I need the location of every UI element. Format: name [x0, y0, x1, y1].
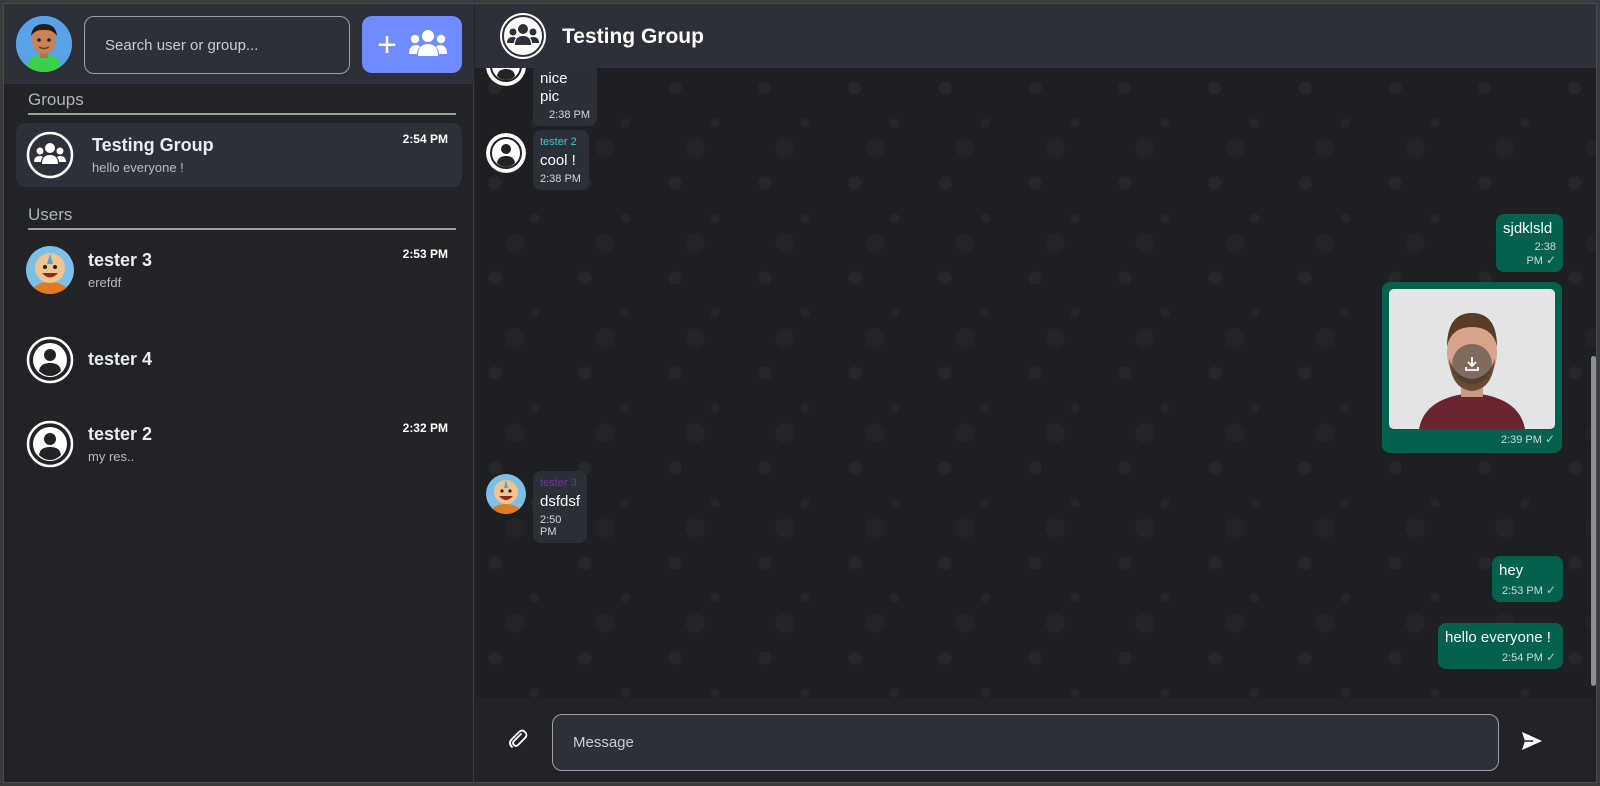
user-item-tester-3[interactable]: tester 3 erefdf 2:53 PM	[16, 238, 462, 302]
groups-section-label: Groups	[28, 90, 456, 115]
check-icon: ✓	[1545, 583, 1556, 597]
sidebar-header: +	[4, 4, 474, 84]
user-name: tester 2	[88, 424, 153, 444]
chat-app: + Groups	[3, 3, 1597, 783]
default-user-icon	[486, 133, 526, 173]
group-last-message: hello everyone !	[92, 160, 184, 175]
user-last-message: my res..	[88, 449, 135, 464]
message-text: nice pic	[540, 70, 568, 105]
chat-header: Testing Group	[475, 4, 1596, 68]
download-icon[interactable]	[1452, 344, 1492, 384]
message-time: 2:50 PM	[540, 514, 562, 538]
message-time: 2:38 PM	[540, 173, 581, 185]
group-time: 2:54 PM	[402, 132, 448, 146]
message-text: sjdklsld	[1503, 220, 1553, 237]
chat-panel: Testing Group nice pic 2:38 PM tester 2 …	[475, 4, 1596, 782]
message-time: 2:39 PM	[1500, 434, 1542, 446]
user-item-tester-4[interactable]: tester 4	[16, 328, 462, 392]
search-input[interactable]	[84, 16, 350, 74]
chat-title: Testing Group	[562, 25, 704, 48]
default-user-icon	[26, 420, 74, 468]
message-bubble-outgoing[interactable]: hey 2:53 PM ✓	[1492, 556, 1563, 602]
message-composer	[475, 698, 1596, 782]
plus-icon: +	[377, 25, 397, 64]
user-time: 2:32 PM	[402, 421, 448, 435]
sidebar: + Groups	[4, 4, 474, 782]
message-time: 2:53 PM	[1501, 585, 1543, 597]
message-bubble[interactable]: tester 3 dsfdsf 2:50 PM	[533, 471, 587, 543]
user-last-message: erefdf	[88, 275, 122, 290]
photo-image[interactable]	[1389, 289, 1555, 429]
my-avatar[interactable]	[16, 16, 72, 72]
message-sender: tester 3	[540, 477, 577, 489]
default-user-icon	[26, 336, 74, 384]
group-icon	[408, 28, 447, 61]
cartoon-avatar	[486, 474, 526, 514]
message-text: hello everyone !	[1445, 629, 1551, 646]
user-name: tester 3	[88, 250, 153, 270]
image-message-outgoing[interactable]: 2:39 PM ✓	[1382, 282, 1562, 453]
message-time: 2:54 PM	[1501, 652, 1543, 664]
message-bubble-outgoing[interactable]: hello everyone ! 2:54 PM ✓	[1438, 623, 1563, 669]
message-list[interactable]: nice pic 2:38 PM tester 2 cool ! 2:38 PM	[475, 68, 1596, 698]
message-sender: tester 2	[540, 136, 577, 148]
paperclip-icon[interactable]	[507, 728, 529, 750]
group-icon[interactable]	[499, 12, 547, 60]
message-text: hey	[1499, 562, 1524, 579]
users-section-label: Users	[28, 205, 456, 230]
message-text: cool !	[540, 152, 576, 169]
group-avatar-icon	[26, 131, 74, 179]
scrollbar[interactable]	[1591, 356, 1596, 686]
default-user-icon	[486, 68, 526, 86]
message-time: 2:38 PM	[549, 109, 590, 121]
message-input[interactable]	[552, 714, 1499, 771]
user-item-tester-2[interactable]: tester 2 my res.. 2:32 PM	[16, 412, 462, 476]
cartoon-avatar	[26, 246, 74, 294]
user-time: 2:53 PM	[402, 247, 448, 261]
new-group-button[interactable]: +	[362, 16, 462, 73]
check-icon: ✓	[1544, 432, 1555, 446]
user-name: tester 4	[88, 349, 153, 369]
check-icon: ✓	[1545, 650, 1556, 664]
message-text: dsfdsf	[540, 493, 581, 510]
group-item-testing-group[interactable]: Testing Group hello everyone ! 2:54 PM	[16, 123, 462, 187]
group-name: Testing Group	[92, 135, 214, 155]
check-icon: ✓	[1545, 253, 1556, 267]
message-bubble[interactable]: nice pic 2:38 PM	[533, 68, 597, 126]
message-bubble[interactable]: tester 2 cool ! 2:38 PM	[533, 130, 589, 190]
send-icon[interactable]	[1520, 730, 1544, 752]
message-bubble-outgoing[interactable]: sjdklsld 2:38 PM ✓	[1496, 214, 1563, 272]
